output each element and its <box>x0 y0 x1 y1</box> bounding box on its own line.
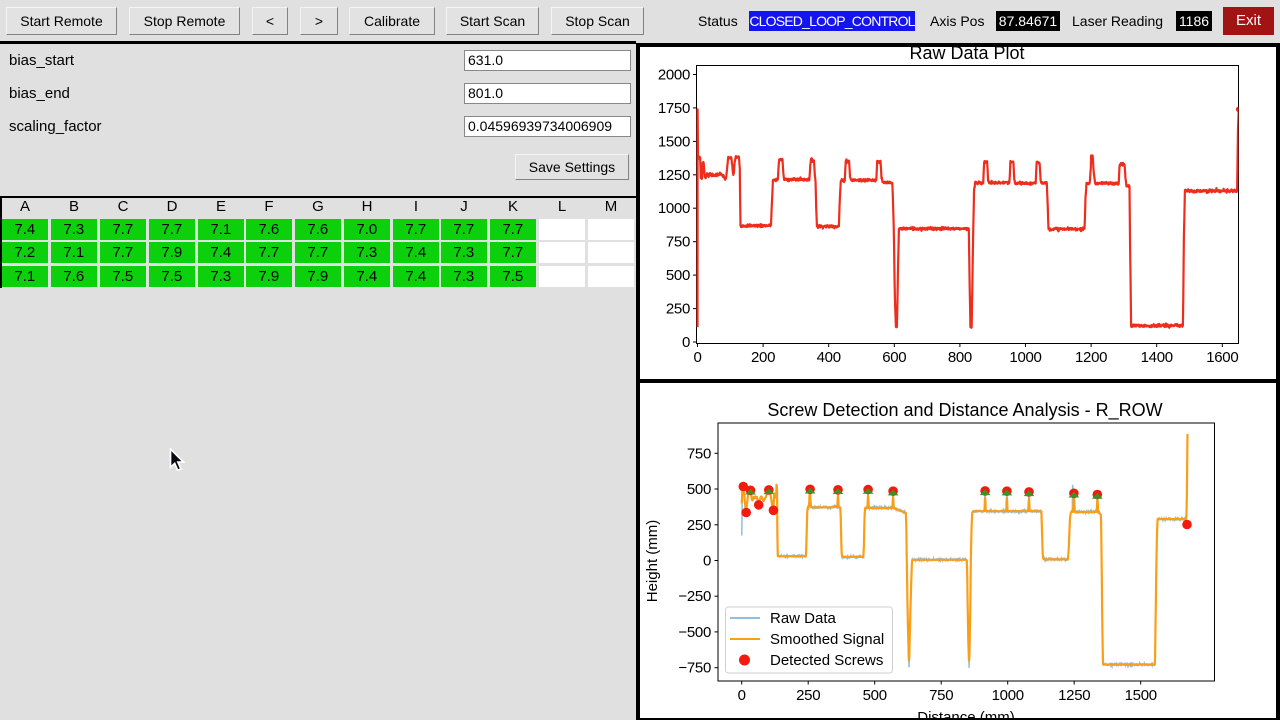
svg-text:800: 800 <box>948 349 972 366</box>
svg-text:1750: 1750 <box>658 100 690 117</box>
svg-text:2000: 2000 <box>658 67 690 84</box>
svg-text:500: 500 <box>863 687 887 704</box>
svg-text:1250: 1250 <box>658 167 690 184</box>
svg-text:750: 750 <box>929 687 953 704</box>
svg-text:Height (mm): Height (mm) <box>644 520 661 603</box>
svg-text:0: 0 <box>703 553 711 570</box>
svg-text:1000: 1000 <box>658 200 690 217</box>
svg-text:600: 600 <box>882 349 906 366</box>
svg-text:500: 500 <box>666 267 690 284</box>
svg-text:0: 0 <box>738 687 746 704</box>
svg-text:−500: −500 <box>678 624 711 641</box>
svg-text:0: 0 <box>682 334 690 351</box>
svg-text:Smoothed Signal: Smoothed Signal <box>770 631 884 648</box>
svg-text:1200: 1200 <box>1075 349 1107 366</box>
svg-text:Raw Data Plot: Raw Data Plot <box>909 47 1024 63</box>
svg-text:400: 400 <box>817 349 841 366</box>
svg-text:250: 250 <box>687 517 711 534</box>
svg-text:1000: 1000 <box>992 687 1024 704</box>
svg-text:750: 750 <box>687 445 711 462</box>
svg-text:1000: 1000 <box>1009 349 1041 366</box>
svg-text:250: 250 <box>666 301 690 318</box>
svg-text:250: 250 <box>796 687 820 704</box>
svg-text:1400: 1400 <box>1141 349 1173 366</box>
svg-text:750: 750 <box>666 234 690 251</box>
svg-text:Distance (mm): Distance (mm) <box>917 709 1015 718</box>
svg-text:1500: 1500 <box>658 133 690 150</box>
svg-text:200: 200 <box>751 349 775 366</box>
svg-text:Detected Screws: Detected Screws <box>770 652 883 669</box>
svg-text:−750: −750 <box>678 660 711 677</box>
svg-text:0: 0 <box>693 349 701 366</box>
svg-text:1500: 1500 <box>1125 687 1157 704</box>
svg-text:Raw Data: Raw Data <box>770 610 837 627</box>
svg-text:1250: 1250 <box>1058 687 1090 704</box>
svg-text:−250: −250 <box>678 588 711 605</box>
svg-text:Screw Detection and Distance A: Screw Detection and Distance Analysis - … <box>767 400 1162 421</box>
svg-text:500: 500 <box>687 481 711 498</box>
svg-text:1600: 1600 <box>1206 349 1238 366</box>
